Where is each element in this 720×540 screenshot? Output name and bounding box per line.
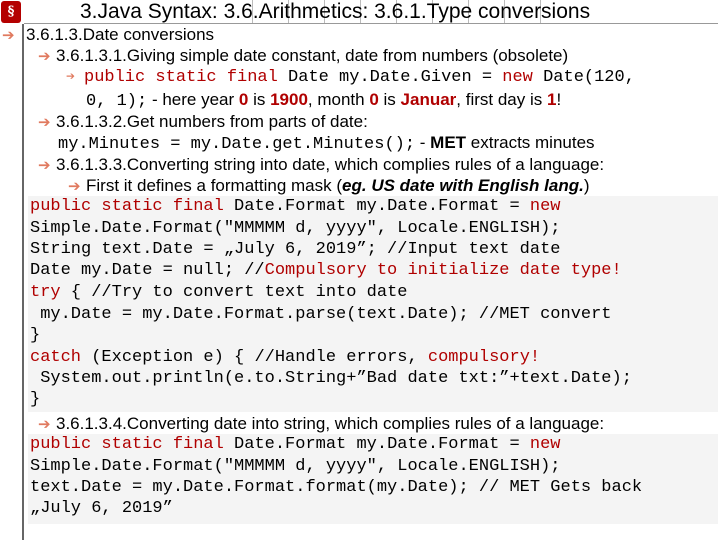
code-line: } [30,326,41,345]
code-line: „July 6, 2019” [30,499,173,518]
text: , month [307,90,370,109]
code-line-date-given: ➔ public static final Date my.Date.Given … [66,67,635,88]
highlight: Januar [400,90,457,109]
code-line: String text.Date = „July 6, 2019”; //Inp… [30,240,561,259]
code-line: Simple.Date.Format("MMMMM d, yyyy", Loca… [30,219,561,238]
text: is [248,90,271,109]
arrow-icon: ➔ [38,157,51,174]
keyword: new [502,68,533,87]
subheading-3: ➔ 3.6.1.3.3.Converting string into date, … [38,154,604,176]
arrow-icon: ➔ [38,48,51,65]
arrow-icon: ➔ [2,27,15,44]
highlight: 1900 [270,90,308,109]
highlight: 0 [238,90,249,109]
text: extracts minutes [466,133,595,152]
code-line: Date my.Date = null; //Compulsory to ini… [30,261,622,280]
slide: § 3.Java Syntax: 3.6.Arithmetics: 3.6.1.… [0,0,720,540]
arrow-icon: ➔ [38,416,51,433]
slide-title: 3.Java Syntax: 3.6.Arithmetics: 3.6.1.Ty… [80,0,591,23]
text: ) [583,176,590,195]
code-line: catch (Exception e) { //Handle errors, c… [30,348,541,367]
subheading-text: 3.6.1.3.2.Get numbers from parts of date… [56,112,368,131]
text: ! [556,90,562,109]
text: is [378,90,401,109]
code-line: try { //Try to convert text into date [30,283,408,302]
subheading-1: ➔ 3.6.1.3.1.Giving simple date constant, … [38,45,568,67]
explanation-line: 0, 1); - here year 0 is 1900, month 0 is… [86,89,561,112]
logo-icon: § [1,1,21,23]
code-line: public static final Date.Format my.Date.… [30,435,561,454]
code-line: System.out.println(e.to.String+”Bad date… [30,369,632,388]
highlight: 0 [369,90,379,109]
subheading-text: 3.6.1.3.4.Converting date into string, w… [56,414,605,433]
emphasis: eg. US date with English lang. [342,176,584,195]
code-line: my.Date = my.Date.Format.parse(text.Date… [30,305,612,324]
arrow-icon: ➔ [68,178,81,195]
code-block-format: public static final Date.Format my.Date.… [28,434,718,524]
text: - [415,133,431,152]
subheading-2: ➔ 3.6.1.3.2.Get numbers from parts of dat… [38,111,368,133]
text: First it defines a formatting mask ( [86,176,343,195]
heading-text: 3.6.1.3.Date conversions [26,25,215,44]
left-border [22,24,24,540]
subheading-text: 3.6.1.3.1.Giving simple date constant, d… [56,46,569,65]
code-block-parse: public static final Date.Format my.Date.… [28,196,718,412]
code-line: Simple.Date.Format("MMMMM d, yyyy", Loca… [30,457,561,476]
code-line: } [30,390,41,409]
met-label: MET [430,133,467,152]
code-text: 0, 1); [86,92,148,111]
mask-line: ➔ First it defines a formatting mask (eg.… [68,175,590,197]
code-text: Date(120, [532,68,635,87]
code-text: Date my.Date.Given = [277,68,503,87]
arrow-icon: ➔ [66,69,76,86]
minutes-line: my.Minutes = my.Date.get.Minutes(); - ME… [58,132,595,155]
heading-date-conversions: ➔ 3.6.1.3.Date conversions [2,24,214,46]
subheading-4: ➔ 3.6.1.3.4.Converting date into string, … [38,413,604,435]
code-line: text.Date = my.Date.Format.format(my.Dat… [30,478,643,497]
keyword: public static final [84,68,278,87]
text: - here year [147,90,239,109]
arrow-icon: ➔ [38,114,51,131]
code-line: public static final Date.Format my.Date.… [30,197,561,216]
text: , first day is [456,90,547,109]
subheading-text: 3.6.1.3.3.Converting string into date, w… [56,155,605,174]
code-text: my.Minutes = my.Date.get.Minutes(); [58,135,416,154]
